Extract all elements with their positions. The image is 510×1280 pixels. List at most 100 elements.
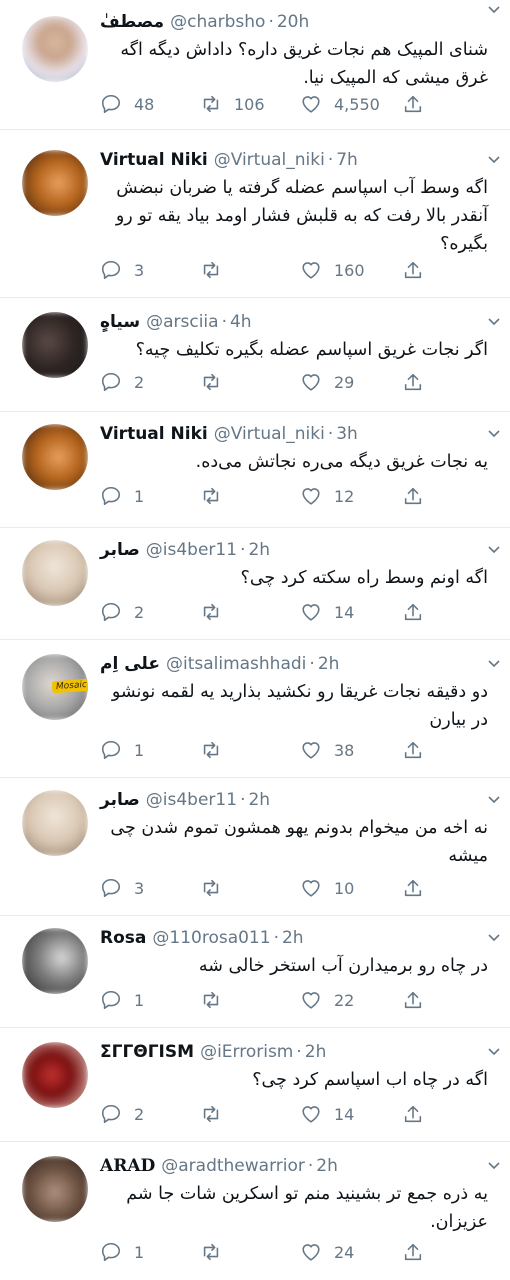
share-button[interactable] — [402, 258, 424, 282]
timestamp[interactable]: 2h — [248, 538, 270, 562]
chevron-down-icon[interactable] — [488, 794, 500, 806]
share-button[interactable] — [402, 600, 424, 624]
display-name[interactable]: Virtual Niki — [100, 148, 208, 172]
like-button[interactable]: 160 — [300, 258, 365, 282]
timestamp[interactable]: 2h — [316, 1154, 338, 1178]
display-name[interactable]: Rosa — [100, 926, 146, 950]
chevron-down-icon[interactable] — [488, 1046, 500, 1058]
like-button[interactable]: 12 — [300, 484, 354, 508]
like-button[interactable]: 14 — [300, 1102, 354, 1126]
like-button[interactable]: 24 — [300, 1240, 354, 1264]
retweet-button[interactable] — [200, 258, 234, 282]
user-handle[interactable]: @110rosa011 — [152, 926, 270, 950]
reply-button[interactable]: 1 — [100, 484, 144, 508]
display-name[interactable]: Virtual Niki — [100, 422, 208, 446]
display-name[interactable]: مصطفٰ — [100, 10, 164, 34]
tweet[interactable]: مصطفٰ @charbsho · 20h شنای المپیک هم نجا… — [0, 0, 510, 130]
user-handle[interactable]: @arsciia — [146, 310, 218, 334]
display-name[interactable]: سیاهٍ — [100, 310, 140, 334]
user-handle[interactable]: @aradthewarrior — [161, 1154, 305, 1178]
retweet-button[interactable] — [200, 988, 234, 1012]
retweet-button[interactable] — [200, 484, 234, 508]
chevron-down-icon[interactable] — [488, 1160, 500, 1172]
reply-button[interactable]: 2 — [100, 370, 144, 394]
avatar[interactable] — [22, 16, 88, 82]
reply-button[interactable]: 48 — [100, 92, 154, 116]
avatar[interactable] — [22, 540, 88, 606]
display-name[interactable]: ΣΓΓΘΓΙSM — [100, 1040, 194, 1064]
timestamp[interactable]: 4h — [230, 310, 252, 334]
timestamp[interactable]: 3h — [336, 422, 358, 446]
user-handle[interactable]: @Virtual_niki — [214, 148, 325, 172]
tweet[interactable]: ARAD @aradthewarrior · 2h یه ذره جمع تر … — [0, 1142, 510, 1266]
avatar[interactable] — [22, 1156, 88, 1222]
retweet-button[interactable] — [200, 600, 234, 624]
chevron-down-icon[interactable] — [488, 154, 500, 166]
avatar[interactable] — [22, 150, 88, 216]
reply-button[interactable]: 3 — [100, 258, 144, 282]
timestamp[interactable]: 2h — [318, 652, 340, 676]
reply-button[interactable]: 3 — [100, 876, 144, 900]
like-button[interactable]: 14 — [300, 600, 354, 624]
retweet-button[interactable] — [200, 876, 234, 900]
display-name[interactable]: ARAD — [100, 1154, 155, 1178]
share-button[interactable] — [402, 988, 424, 1012]
like-button[interactable]: 38 — [300, 738, 354, 762]
share-button[interactable] — [402, 738, 424, 762]
tweet[interactable]: ΣΓΓΘΓΙSM @iErrorism · 2h اگه در چاه اب ا… — [0, 1028, 510, 1142]
reply-button[interactable]: 1 — [100, 738, 144, 762]
retweet-button[interactable] — [200, 1240, 234, 1264]
retweet-button[interactable]: 106 — [200, 92, 265, 116]
avatar[interactable]: Mosaic — [22, 654, 88, 720]
tweet[interactable]: صابر @is4ber11 · 2h نه اخه من میخوام بدو… — [0, 778, 510, 916]
chevron-down-icon[interactable] — [488, 4, 500, 16]
user-handle[interactable]: @is4ber11 — [146, 538, 237, 562]
chevron-down-icon[interactable] — [488, 544, 500, 556]
user-handle[interactable]: @Virtual_niki — [214, 422, 325, 446]
user-handle[interactable]: @iErrorism — [200, 1040, 293, 1064]
timestamp[interactable]: 2h — [305, 1040, 327, 1064]
timestamp[interactable]: 2h — [248, 788, 270, 812]
display-name[interactable]: علی اِم — [100, 652, 160, 676]
timestamp[interactable]: 7h — [336, 148, 358, 172]
share-button[interactable] — [402, 92, 424, 116]
avatar[interactable] — [22, 1042, 88, 1108]
user-handle[interactable]: @itsalimashhadi — [166, 652, 306, 676]
display-name[interactable]: صابر — [100, 788, 140, 812]
share-button[interactable] — [402, 484, 424, 508]
avatar[interactable] — [22, 424, 88, 490]
chevron-down-icon[interactable] — [488, 658, 500, 670]
tweet[interactable]: سیاهٍ @arsciia · 4h اگر نجات غریق اسپاسم… — [0, 298, 510, 412]
chevron-down-icon[interactable] — [488, 932, 500, 944]
user-handle[interactable]: @is4ber11 — [146, 788, 237, 812]
like-button[interactable]: 22 — [300, 988, 354, 1012]
tweet[interactable]: Virtual Niki @Virtual_niki · 3h یه نجات … — [0, 412, 510, 528]
like-button[interactable]: 29 — [300, 370, 354, 394]
retweet-button[interactable] — [200, 738, 234, 762]
avatar[interactable] — [22, 312, 88, 378]
tweet[interactable]: Mosaic علی اِم @itsalimashhadi · 2h دو د… — [0, 640, 510, 778]
like-button[interactable]: 10 — [300, 876, 354, 900]
share-button[interactable] — [402, 1240, 424, 1264]
tweet[interactable]: صابر @is4ber11 · 2h اگه اونم وسط راه سکت… — [0, 528, 510, 640]
reply-button[interactable]: 1 — [100, 988, 144, 1012]
reply-button[interactable]: 1 — [100, 1240, 144, 1264]
like-button[interactable]: 4,550 — [300, 92, 380, 116]
chevron-down-icon[interactable] — [488, 428, 500, 440]
tweet[interactable]: Virtual Niki @Virtual_niki · 7h اگه وسط … — [0, 130, 510, 298]
reply-button[interactable]: 2 — [100, 1102, 144, 1126]
display-name[interactable]: صابر — [100, 538, 140, 562]
retweet-button[interactable] — [200, 1102, 234, 1126]
timestamp[interactable]: 2h — [282, 926, 304, 950]
retweet-button[interactable] — [200, 370, 234, 394]
share-button[interactable] — [402, 876, 424, 900]
reply-button[interactable]: 2 — [100, 600, 144, 624]
share-button[interactable] — [402, 370, 424, 394]
timestamp[interactable]: 20h — [277, 10, 309, 34]
chevron-down-icon[interactable] — [488, 316, 500, 328]
avatar[interactable] — [22, 928, 88, 994]
share-button[interactable] — [402, 1102, 424, 1126]
tweet[interactable]: Rosa @110rosa011 · 2h در چاه رو برمیدارن… — [0, 916, 510, 1028]
avatar[interactable] — [22, 790, 88, 856]
user-handle[interactable]: @charbsho — [170, 10, 265, 34]
